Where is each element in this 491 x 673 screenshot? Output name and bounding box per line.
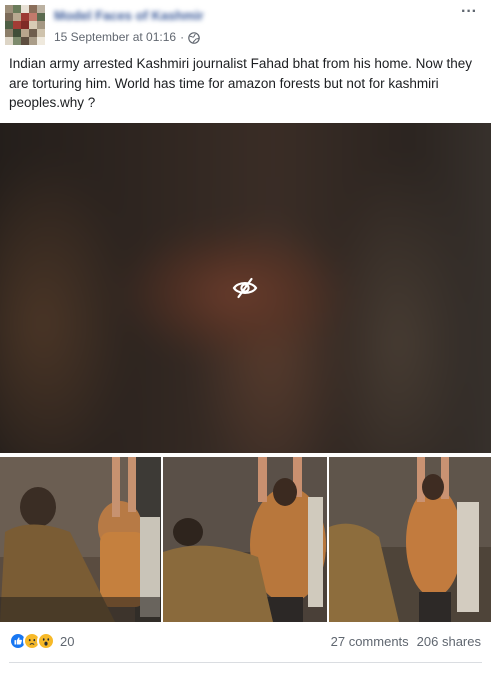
engagement-counts: 27 comments 206 shares [323, 634, 481, 649]
photo-thumbnail-2[interactable] [163, 457, 327, 622]
page-avatar[interactable] [5, 5, 45, 45]
post-caption: Indian army arrested Kashmiri journalist… [9, 56, 472, 110]
hidden-eye-icon[interactable] [232, 276, 258, 300]
post-footer: 20 27 comments 206 shares [0, 624, 491, 658]
more-options-button[interactable]: ··· [455, 4, 483, 24]
shares-count-link[interactable]: 206 shares [417, 634, 481, 649]
photo-thumbnail-1[interactable] [0, 457, 161, 622]
comments-count-link[interactable]: 27 comments [331, 634, 409, 649]
facebook-post: Model Faces of Kashmir 15 September at 0… [0, 0, 491, 673]
post-header: Model Faces of Kashmir 15 September at 0… [0, 0, 491, 52]
reactions-summary[interactable]: 20 [9, 632, 74, 650]
meta-separator: · [180, 30, 185, 44]
main-photo-blurred[interactable] [0, 123, 491, 453]
photo-thumbnail-3[interactable] [329, 457, 491, 622]
globe-icon [188, 31, 200, 44]
post-meta: 15 September at 01:16 · [54, 29, 200, 45]
post-timestamp[interactable]: 15 September at 01:16 [54, 30, 176, 44]
wow-icon [37, 632, 55, 650]
footer-divider [9, 662, 482, 663]
reaction-count[interactable]: 20 [60, 634, 74, 649]
page-name-link[interactable]: Model Faces of Kashmir [54, 7, 204, 25]
